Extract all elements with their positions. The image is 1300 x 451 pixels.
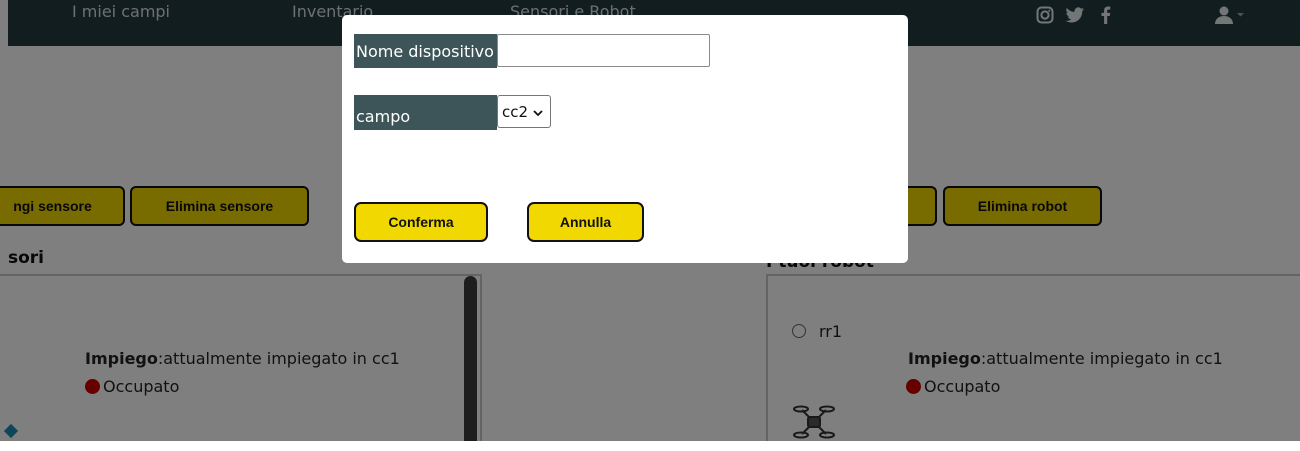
device-name-label: Nome dispositivo: [354, 34, 497, 68]
field-label: campo: [354, 95, 497, 130]
field-select-value: cc2: [502, 102, 529, 121]
add-device-modal: Nome dispositivo campo cc2 Conferma Annu…: [342, 15, 908, 263]
device-name-input[interactable]: [497, 34, 710, 67]
confirm-button[interactable]: Conferma: [354, 202, 488, 242]
cancel-button[interactable]: Annulla: [527, 202, 644, 242]
chevron-down-icon: [533, 103, 543, 121]
field-select[interactable]: cc2: [497, 95, 551, 128]
